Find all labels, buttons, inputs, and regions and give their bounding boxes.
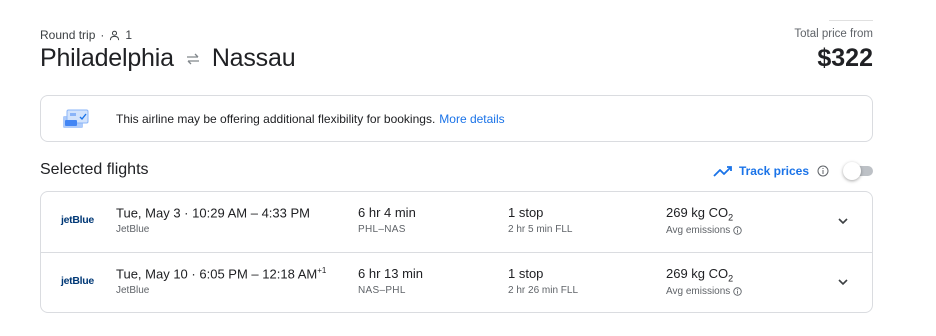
trip-type[interactable]: Round trip: [40, 28, 95, 42]
airline-logo: jetBlue: [61, 214, 94, 226]
arrival-time: 4:33 PM: [261, 205, 310, 221]
stop-count: 1 stop: [508, 205, 544, 220]
flight-times: Tue, May 10 · 6:05 PM – 12:18 AM+1: [116, 266, 326, 281]
emissions-subscript: 2: [728, 273, 734, 284]
emissions-amount: 269 kg CO: [666, 266, 729, 281]
toggle-knob: [843, 162, 861, 180]
trending-icon: [713, 166, 732, 177]
total-price: $322: [817, 44, 873, 72]
arrival-time: 12:18 AM: [262, 266, 318, 282]
flight-date: Tue, May 10: [116, 266, 188, 282]
day-offset: +1: [317, 266, 327, 275]
layover-info: 2 hr 5 min FLL: [508, 224, 573, 235]
chevron-down-icon[interactable]: [836, 275, 850, 289]
more-details-link[interactable]: More details: [439, 112, 504, 126]
airline-name: JetBlue: [116, 224, 150, 235]
flexibility-notice: This airline may be offering additional …: [40, 95, 873, 142]
trip-meta: Round trip · 1: [40, 28, 132, 42]
chevron-down-icon[interactable]: [836, 214, 850, 228]
airline-logo: jetBlue: [61, 275, 94, 287]
price-label: Total price from: [794, 28, 873, 40]
time-separator: ·: [184, 205, 189, 221]
flight-route: NAS–PHL: [358, 285, 406, 296]
selected-flights-list: jetBlue Tue, May 3 · 10:29 AM – 4:33 PM …: [40, 191, 873, 313]
flight-duration: 6 hr 4 min: [358, 205, 416, 220]
notice-text: This airline may be offering additional …: [116, 111, 436, 126]
time-separator: ·: [191, 266, 196, 282]
track-prices-label[interactable]: Track prices: [739, 164, 809, 178]
layover-info: 2 hr 26 min FLL: [508, 285, 579, 296]
info-icon[interactable]: [817, 165, 829, 177]
emissions-amount: 269 kg CO: [666, 205, 729, 220]
flight-times: Tue, May 3 · 10:29 AM – 4:33 PM: [116, 205, 310, 220]
origin-city: Philadelphia: [40, 44, 174, 72]
info-icon[interactable]: [733, 226, 742, 235]
meta-separator: ·: [100, 28, 105, 42]
passenger-count[interactable]: 1: [125, 28, 132, 42]
track-prices-toggle[interactable]: [843, 162, 873, 180]
info-icon[interactable]: [733, 287, 742, 296]
time-dash: –: [250, 205, 258, 221]
emissions-value: 269 kg CO2: [666, 205, 733, 223]
emissions-label: Avg emissions: [666, 286, 742, 297]
emissions-subscript: 2: [728, 212, 734, 223]
track-prices: Track prices: [713, 162, 873, 180]
stop-count: 1 stop: [508, 266, 544, 281]
flight-date: Tue, May 3: [116, 205, 181, 221]
flight-duration: 6 hr 13 min: [358, 266, 424, 281]
emissions-value: 269 kg CO2: [666, 266, 733, 284]
page-title: Philadelphia Nassau: [40, 44, 296, 73]
airline-name: JetBlue: [116, 285, 150, 296]
booking-flexibility-icon: [63, 109, 89, 128]
swap-arrows-icon: [186, 53, 199, 64]
flight-route: PHL–NAS: [358, 224, 406, 235]
destination-city: Nassau: [211, 44, 296, 72]
header-divider: [829, 20, 873, 21]
flight-row-return[interactable]: jetBlue Tue, May 10 · 6:05 PM – 12:18 AM…: [41, 252, 872, 312]
person-icon: [110, 30, 120, 40]
emissions-label-text: Avg emissions: [666, 286, 731, 297]
departure-time: 6:05 PM: [199, 266, 248, 282]
flight-row-outbound[interactable]: jetBlue Tue, May 3 · 10:29 AM – 4:33 PM …: [41, 192, 872, 252]
emissions-label: Avg emissions: [666, 225, 742, 236]
emissions-label-text: Avg emissions: [666, 225, 731, 236]
section-title: Selected flights: [40, 161, 149, 178]
departure-time: 10:29 AM: [192, 205, 248, 221]
time-dash: –: [251, 266, 259, 282]
